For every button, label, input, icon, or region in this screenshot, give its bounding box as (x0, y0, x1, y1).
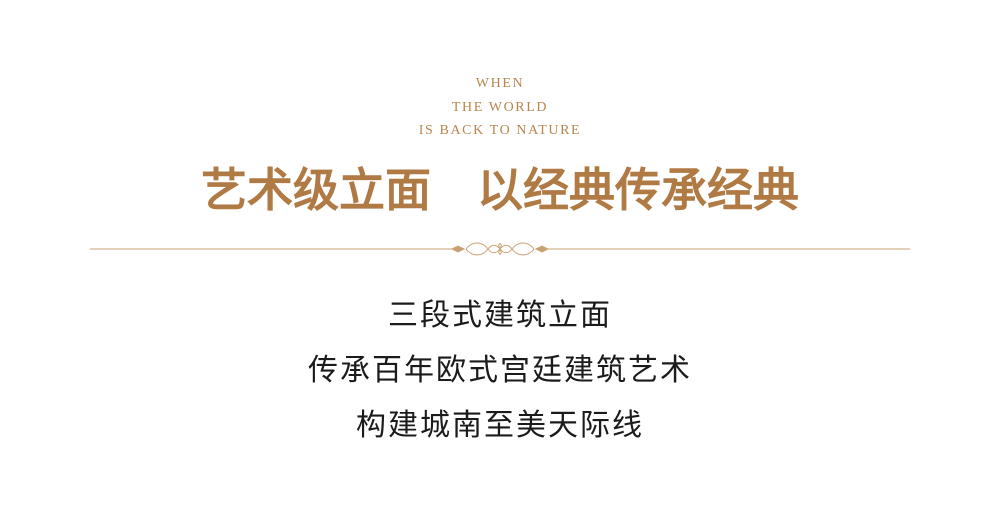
tagline-line-1: WHEN (475, 76, 525, 91)
body-line-2: 传承百年欧式宫廷建筑艺术 (308, 353, 692, 388)
tagline-line-3: IS BACK TO NATURE (418, 123, 582, 138)
ornamental-divider-icon (90, 242, 910, 256)
tagline-line-2: THE WORLD (451, 99, 549, 115)
body-line-1: 三段式建筑立面 (388, 298, 612, 333)
english-tagline: WHEN THE WORLD IS BACK TO NATURE (0, 72, 1000, 143)
headline: 艺术级立面 以经典传承经典 (201, 163, 799, 217)
body-text: 三段式建筑立面 传承百年欧式宫廷建筑艺术 构建城南至美天际线 (0, 288, 1000, 453)
body-line-3: 构建城南至美天际线 (356, 408, 644, 443)
